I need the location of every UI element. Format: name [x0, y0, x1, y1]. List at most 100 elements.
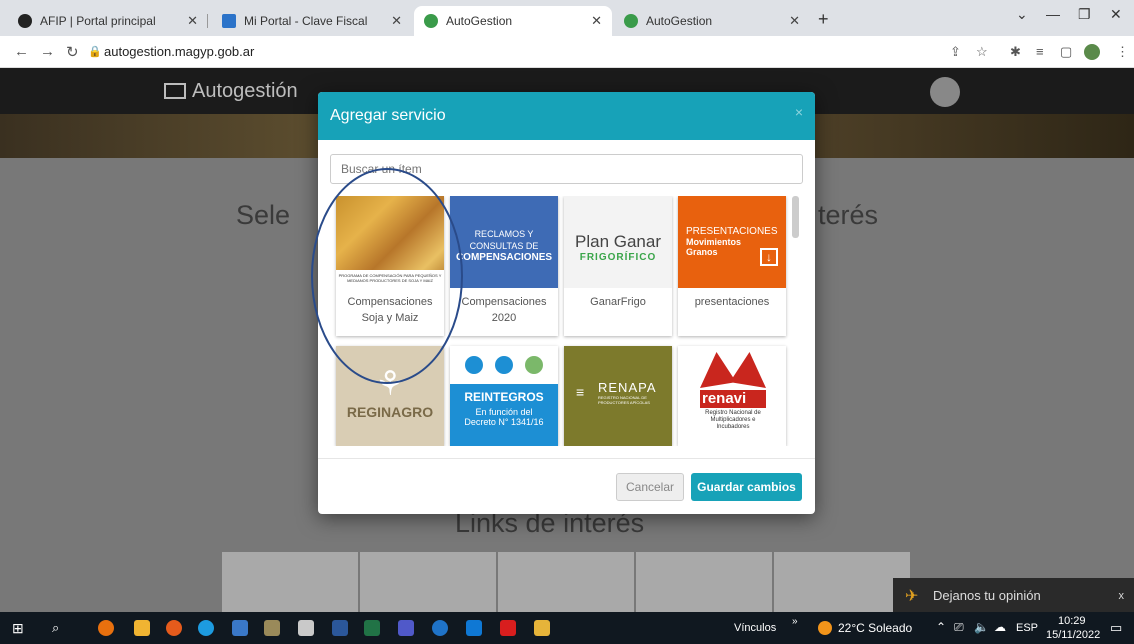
modal-title: Agregar servicio	[330, 107, 446, 124]
weather-text[interactable]: 22°C Soleado	[838, 621, 912, 635]
tab-label: AutoGestion	[446, 14, 513, 28]
app-icon[interactable]	[98, 620, 114, 636]
edge-icon[interactable]	[198, 620, 214, 636]
cancel-button[interactable]: Cancelar	[616, 473, 684, 501]
card-caption: presentaciones	[694, 296, 770, 308]
site-brand[interactable]: Autogestión	[164, 80, 298, 103]
card-caption: Compensaciones 2020	[461, 296, 547, 324]
close-icon[interactable]: ✕	[591, 13, 602, 29]
app-icon[interactable]	[232, 620, 248, 636]
app-icon[interactable]	[534, 620, 550, 636]
chevron-down-icon[interactable]: ⌄	[1016, 6, 1028, 23]
link-card[interactable]	[774, 552, 910, 612]
close-icon[interactable]: ✕	[391, 13, 402, 29]
menu-icon[interactable]: ⋮	[1116, 44, 1129, 60]
close-icon[interactable]: ✕	[187, 13, 198, 29]
address-bar: ← → ↻ 🔒 autogestion.magyp.gob.ar ⇪ ☆ ✱ ≡…	[0, 36, 1134, 68]
tray-chevron-up-icon[interactable]: ⌃	[936, 620, 946, 634]
search-input[interactable]	[330, 154, 803, 184]
presentaciones-image: PRESENTACIONES Movimientos Granos ↓	[678, 196, 786, 288]
close-icon[interactable]: ×	[795, 104, 803, 120]
modal-header: Agregar servicio ×	[318, 92, 815, 140]
windows-taskbar: ⊞ ⌕ Vínculos » 22°C Soleado ⌃ ⎚ 🔈 ☁ ESP …	[0, 612, 1134, 644]
reginagro-image: ⚘ REGINAGRO	[336, 346, 444, 446]
firefox-icon[interactable]	[166, 620, 182, 636]
search-icon[interactable]: ⌕	[52, 620, 59, 636]
service-card-renavi[interactable]: renavi Registro Nacional de Multiplicado…	[678, 346, 786, 446]
seal-logos	[450, 346, 558, 384]
clock-time[interactable]: 10:29	[1058, 615, 1086, 627]
compensaciones-image: RECLAMOS Y CONSULTAS DE COMPENSACIONES	[450, 196, 558, 288]
teams-icon[interactable]	[398, 620, 414, 636]
restore-button[interactable]: ❐	[1078, 6, 1091, 23]
close-window-button[interactable]: ✕	[1110, 6, 1122, 23]
star-icon[interactable]: ☆	[976, 44, 988, 60]
service-card-reginagro[interactable]: ⚘ REGINAGRO	[336, 346, 444, 446]
paper-plane-icon: ✈	[905, 588, 919, 605]
app-icon[interactable]	[298, 620, 314, 636]
tab-label: AutoGestion	[646, 14, 713, 28]
language-indicator[interactable]: ESP	[1016, 622, 1038, 634]
reintegros-image: REINTEGROS En función del Decreto N° 134…	[450, 346, 558, 446]
autogestion-icon	[624, 14, 638, 28]
bg-title-left: Sele	[236, 200, 291, 230]
file-explorer-icon[interactable]	[134, 620, 150, 636]
tab-autogestion[interactable]: AutoGestion ✕	[614, 6, 810, 36]
user-avatar[interactable]	[930, 77, 960, 107]
outlook-icon[interactable]	[466, 620, 482, 636]
link-card[interactable]	[636, 552, 772, 612]
word-icon[interactable]	[332, 620, 348, 636]
network-icon[interactable]: ⎚	[954, 620, 964, 635]
profile-avatar[interactable]	[1084, 44, 1100, 60]
chevron-right-icon[interactable]: »	[792, 616, 798, 627]
download-icon: ↓	[760, 248, 778, 266]
url-field[interactable]: autogestion.magyp.gob.ar	[104, 44, 254, 59]
forward-icon[interactable]: →	[40, 43, 55, 60]
notifications-icon[interactable]: ▭	[1110, 620, 1122, 636]
tab-afip[interactable]: AFIP | Portal principal ✕	[8, 6, 208, 36]
windows-start-icon[interactable]: ⊞	[12, 620, 24, 637]
minimize-button[interactable]: —	[1046, 6, 1060, 22]
clock-date[interactable]: 15/11/2022	[1046, 629, 1100, 641]
modal-footer: Cancelar Guardar cambios	[318, 458, 815, 514]
feedback-banner[interactable]: ✈ Dejanos tu opinión x	[893, 578, 1134, 612]
sidepanel-icon[interactable]: ▢	[1060, 44, 1072, 60]
vinculos-toolbar[interactable]: Vínculos	[734, 622, 776, 634]
link-card[interactable]	[360, 552, 496, 612]
lock-icon[interactable]: 🔒	[88, 45, 102, 58]
service-card-presentaciones[interactable]: PRESENTACIONES Movimientos Granos ↓ pres…	[678, 196, 786, 336]
extensions-icon[interactable]: ✱	[1010, 44, 1021, 60]
share-icon[interactable]: ⇪	[950, 44, 961, 60]
cloud-icon[interactable]: ☁	[994, 620, 1006, 634]
service-card-compensaciones-soja-maiz[interactable]: PROGRAMA DE COMPENSACIÓN PARA PEQUEÑOS Y…	[336, 196, 444, 336]
new-tab-button[interactable]: +	[818, 9, 829, 30]
app-icon[interactable]	[264, 620, 280, 636]
link-card[interactable]	[498, 552, 634, 612]
link-card[interactable]	[222, 552, 358, 612]
service-card-ganarfrigo[interactable]: Plan Ganar FRIGORÍFICO GanarFrigo	[564, 196, 672, 336]
tab-autogestion-active[interactable]: AutoGestion ✕	[414, 6, 612, 36]
volume-icon[interactable]: 🔈	[974, 620, 989, 634]
close-icon[interactable]: ✕	[789, 13, 800, 29]
browser-tabbar: AFIP | Portal principal ✕ Mi Portal - Cl…	[0, 0, 1134, 36]
tab-mi-portal[interactable]: Mi Portal - Clave Fiscal ✕	[212, 6, 412, 36]
clave-fiscal-icon	[222, 14, 236, 28]
card-caption: GanarFrigo	[590, 296, 646, 308]
weather-icon	[818, 621, 832, 635]
birds-icon	[700, 352, 766, 388]
internet-explorer-icon[interactable]	[432, 620, 448, 636]
service-card-renapa[interactable]: RENAPA REGISTRO NACIONAL DE PRODUCTORES …	[564, 346, 672, 446]
bg-title-right: terés	[818, 200, 879, 230]
excel-icon[interactable]	[364, 620, 380, 636]
feedback-close-button[interactable]: x	[1119, 590, 1125, 602]
service-card-compensaciones-2020[interactable]: RECLAMOS Y CONSULTAS DE COMPENSACIONES C…	[450, 196, 558, 336]
reload-icon[interactable]: ↻	[66, 43, 79, 61]
service-card-reintegros[interactable]: REINTEGROS En función del Decreto N° 134…	[450, 346, 558, 446]
reading-list-icon[interactable]: ≡	[1036, 44, 1044, 59]
acrobat-icon[interactable]	[500, 620, 516, 636]
back-icon[interactable]: ←	[14, 43, 29, 60]
card-caption: Compensaciones Soja y Maiz	[347, 296, 433, 324]
save-button[interactable]: Guardar cambios	[691, 473, 802, 501]
autogestion-icon	[424, 14, 438, 28]
grid-scrollbar[interactable]	[792, 196, 799, 238]
